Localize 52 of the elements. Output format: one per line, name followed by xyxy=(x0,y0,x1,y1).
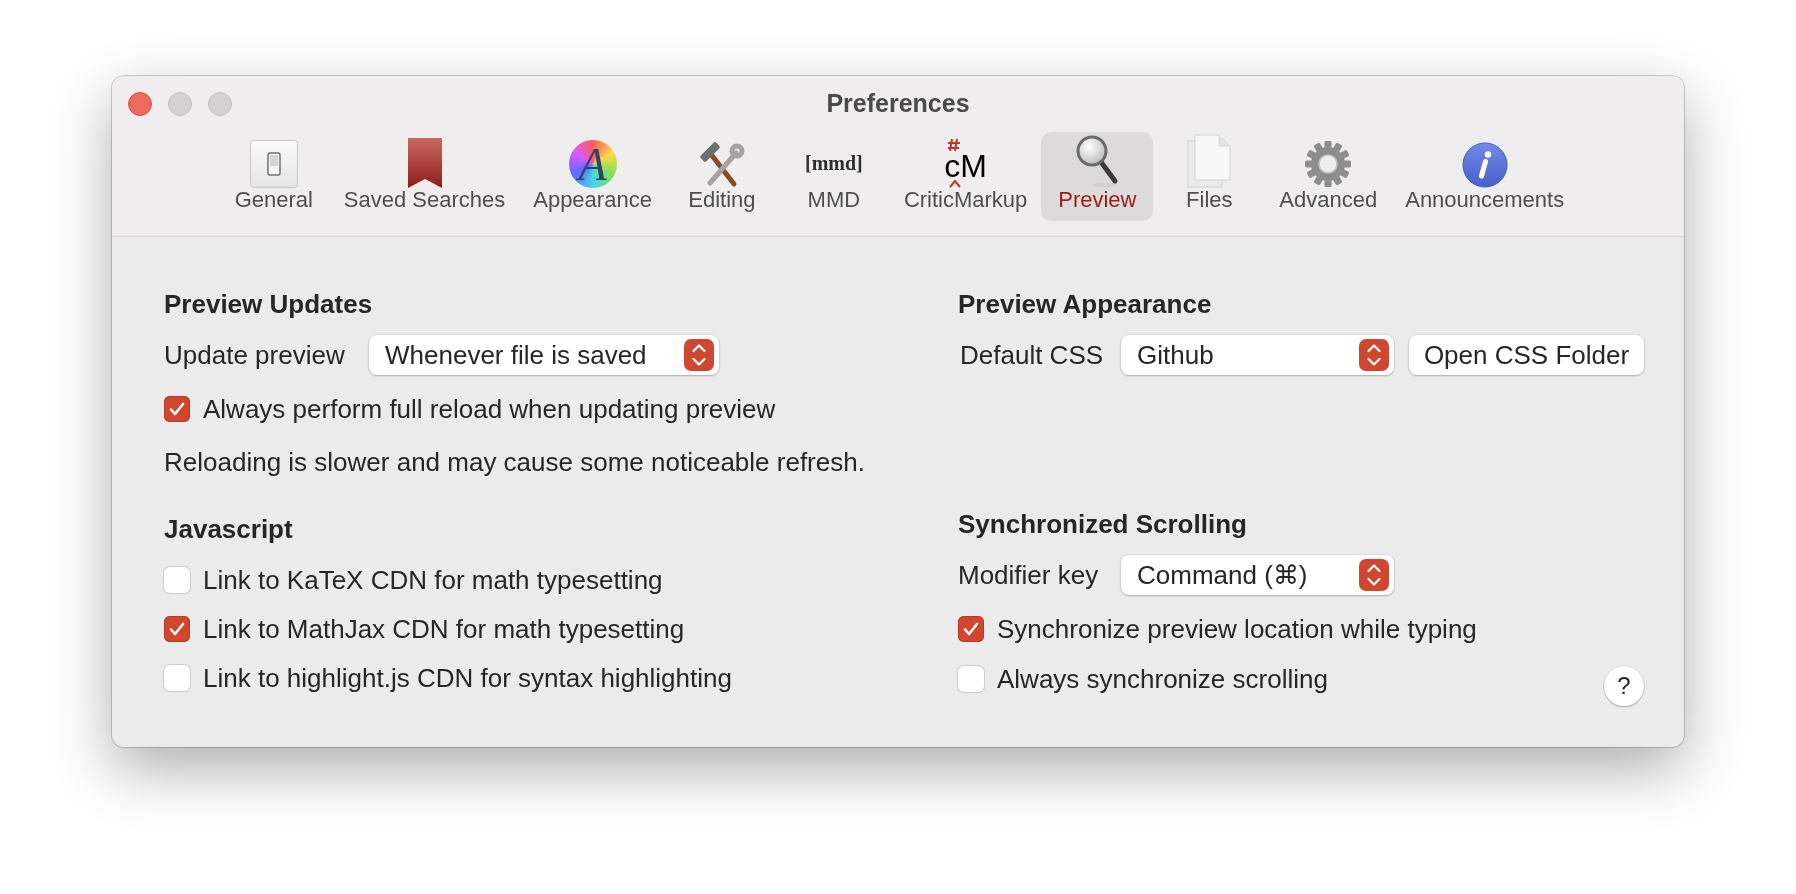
section-heading: Synchronized Scrolling xyxy=(958,509,1247,539)
section-heading: Javascript xyxy=(164,514,293,544)
field-label: Default CSS xyxy=(959,338,1105,372)
checkbox[interactable] xyxy=(164,567,190,593)
toolbar-tab[interactable]: cM CriticMarkup xyxy=(889,132,1042,221)
checkbox-label: Link to MathJax CDN for math typesetting xyxy=(203,612,685,646)
toolbar-tab[interactable]: Files xyxy=(1153,132,1266,221)
checkbox[interactable] xyxy=(164,396,190,422)
section-heading: Preview Appearance xyxy=(958,289,1212,319)
toolbar-tab[interactable]: Preview xyxy=(1041,132,1154,221)
checkbox-label: Always synchronize scrolling xyxy=(997,662,1328,696)
critic-markup-logo: cM xyxy=(938,138,993,188)
open-css-folder-button[interactable]: Open CSS Folder xyxy=(1409,335,1644,375)
toolbar-tab[interactable]: [mmd] MMD xyxy=(777,132,890,221)
checkbox-label: Link to KaTeX CDN for math typesetting xyxy=(203,563,663,597)
checkmark-icon xyxy=(963,622,979,636)
popup-button[interactable]: Whenever file is saved xyxy=(369,335,719,375)
window-title: Preferences xyxy=(826,88,970,120)
checkmark-icon xyxy=(169,402,185,416)
toolbar-tab[interactable]: A Appearance xyxy=(519,132,666,221)
gear-icon xyxy=(1304,140,1353,188)
popup-button[interactable]: Command (⌘) xyxy=(1121,555,1394,595)
light-switch-icon xyxy=(249,140,298,188)
toolbar-tab[interactable]: Advanced xyxy=(1265,132,1392,221)
help-note: Reloading is slower and may cause some noticeable refresh. xyxy=(164,447,865,477)
close-button[interactable] xyxy=(128,92,152,116)
toolbar-tab[interactable]: General xyxy=(217,132,330,221)
toolbar-tab[interactable]: Editing xyxy=(665,132,778,221)
checkbox-label: Link to highlight.js CDN for syntax highlighting xyxy=(203,661,732,695)
stepper-icon xyxy=(1359,339,1389,371)
checkbox-label: Synchronize preview location while typing xyxy=(997,612,1477,646)
section-heading: Preview Updates xyxy=(164,289,373,319)
popup-button[interactable]: Github xyxy=(1121,335,1394,375)
stepper-icon xyxy=(1359,559,1389,591)
checkbox[interactable] xyxy=(164,616,190,642)
mmd-logo: [mmd] xyxy=(805,152,863,174)
field-label: Update preview xyxy=(164,338,346,372)
help-button[interactable]: ? xyxy=(1604,666,1644,706)
checkbox[interactable] xyxy=(164,665,190,691)
checkbox[interactable] xyxy=(958,616,984,642)
stepper-icon xyxy=(684,339,714,371)
checkmark-icon xyxy=(169,622,185,636)
checkbox-label: Always perform full reload when updating preview xyxy=(203,392,776,426)
documents-icon xyxy=(1187,134,1232,188)
magnifying-glass-icon xyxy=(1074,134,1121,188)
info-icon xyxy=(1461,142,1508,188)
field-label: Modifier key xyxy=(958,558,1100,592)
checkbox[interactable] xyxy=(958,666,984,692)
bookmark-icon xyxy=(407,138,442,188)
color-wheel-icon: A xyxy=(568,140,617,188)
toolbar-tab[interactable]: Saved Searches xyxy=(329,132,520,221)
toolbar-tab[interactable]: Announcements xyxy=(1391,132,1579,221)
